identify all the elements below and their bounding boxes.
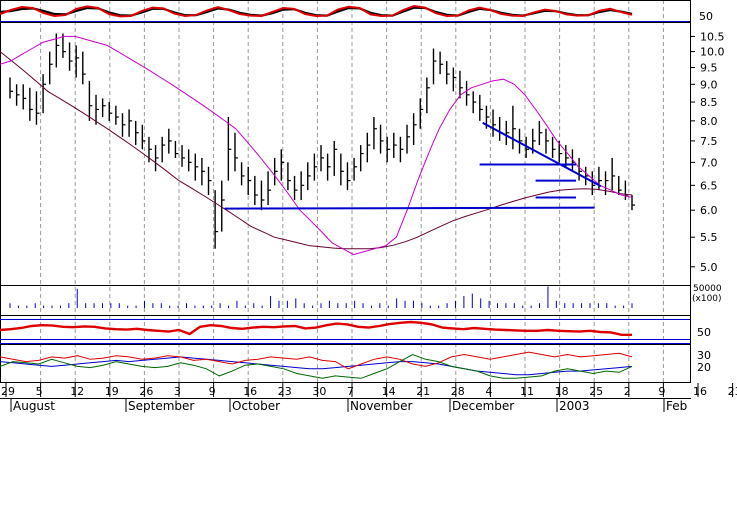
dmi-tick-20: 20	[697, 361, 711, 374]
slow-moving-average-line	[0, 51, 633, 250]
day-label: 23	[278, 385, 292, 398]
month-label: December	[452, 399, 514, 413]
dmi-plus-line	[0, 353, 633, 379]
month-label: 2003	[559, 399, 590, 413]
reference-lines	[0, 21, 690, 344]
day-label: 29	[1, 385, 15, 398]
day-label: 25	[589, 385, 603, 398]
day-label: 21	[416, 385, 430, 398]
month-label: Feb	[666, 399, 687, 413]
volume-tick-50000: 50000	[693, 284, 722, 294]
day-label: 12	[70, 385, 84, 398]
rsi-series	[0, 320, 632, 336]
trendline	[224, 206, 595, 210]
day-label: 23	[728, 385, 737, 398]
price-tick-label: 8.0	[700, 115, 718, 128]
price-axis: 10.5 10.0 9.5 9.0 8.5 8.0 7.5 7.0 6.5 6.0 5.5 5.0	[690, 30, 725, 274]
price-tick-label: 7.5	[700, 135, 718, 148]
price-tick-label: 9.0	[700, 78, 718, 91]
month-label: October	[232, 399, 280, 413]
volume-unit-label: (x100)	[692, 294, 722, 304]
price-panel-frame	[0, 22, 691, 286]
panel-frames	[0, 0, 691, 399]
day-label: 14	[382, 385, 396, 398]
price-bars	[9, 33, 635, 249]
day-label: 5	[36, 385, 43, 398]
adx-line	[0, 356, 633, 376]
price-tick-label: 10.5	[700, 30, 725, 43]
day-label: 16	[693, 385, 707, 398]
day-label: 19	[105, 385, 119, 398]
rsi-tick-50: 50	[697, 326, 711, 339]
day-label: 9	[209, 385, 216, 398]
day-label: 16	[243, 385, 257, 398]
price-tick-label: 5.0	[700, 261, 718, 274]
day-label: 4	[485, 385, 492, 398]
dmi-series	[0, 351, 633, 379]
day-label: 9	[658, 385, 665, 398]
fast-moving-average-line	[0, 35, 633, 256]
day-label: 2	[624, 385, 631, 398]
volume-bars	[9, 286, 633, 308]
price-tick-label: 6.5	[700, 179, 718, 192]
month-label: August	[13, 399, 55, 413]
day-label: 28	[451, 385, 465, 398]
price-tick-label: 6.0	[700, 204, 718, 217]
price-tick-label: 5.5	[700, 231, 718, 244]
day-label: 11	[520, 385, 534, 398]
rsi-line	[0, 320, 632, 336]
day-label: 30	[312, 385, 326, 398]
month-label: September	[128, 399, 194, 413]
stock-chart: 10.5 10.0 9.5 9.0 8.5 8.0 7.5 7.0 6.5 6.0 5.5 5.0 5…	[0, 0, 737, 413]
month-label: November	[350, 399, 412, 413]
price-tick-label: 9.5	[700, 62, 718, 75]
oscillator-tick-50: 50	[699, 10, 713, 23]
price-tick-label: 8.5	[700, 96, 718, 109]
day-label: 26	[139, 385, 153, 398]
day-label: 18	[555, 385, 569, 398]
volume-panel-frame	[0, 285, 691, 316]
x-axis-day-labels: 2951219263916233071421284111825291623306…	[1, 383, 737, 398]
price-tick-label: 10.0	[700, 46, 725, 59]
day-label: 7	[347, 385, 354, 398]
moving-averages	[0, 35, 633, 256]
day-label: 3	[174, 385, 181, 398]
price-tick-label: 7.0	[700, 156, 718, 169]
x-axis-month-labels: August September October November December 20…	[10, 398, 687, 413]
oscillator-series	[0, 4, 633, 18]
